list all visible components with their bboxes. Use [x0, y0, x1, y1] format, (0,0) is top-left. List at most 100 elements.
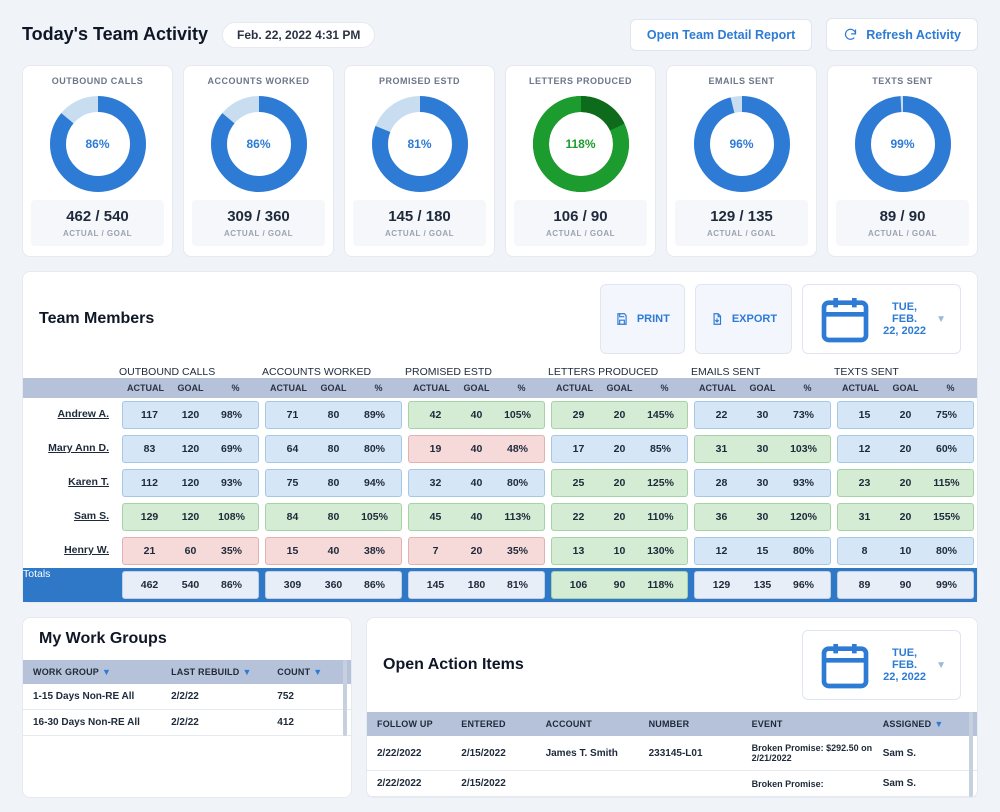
- workgroup-header-row: WORK GROUP▼LAST REBUILD▼COUNT▼: [23, 660, 351, 684]
- kpi-donut: 81%: [370, 94, 470, 194]
- team-subheader: ACTUALGOAL%: [834, 378, 977, 398]
- team-member-name[interactable]: Karen T.: [23, 466, 119, 500]
- team-subheader: ACTUALGOAL%: [119, 378, 262, 398]
- actionitem-row[interactable]: 2/22/20222/15/2022 James T. Smith233145-…: [367, 736, 977, 771]
- team-category-header: OUTBOUND CALLS: [119, 366, 262, 378]
- team-data-cell: 4240105%: [408, 401, 545, 429]
- page-title: Today's Team Activity: [22, 24, 208, 45]
- kpi-ratio: 89 / 90: [840, 208, 965, 225]
- kpi-ratio: 129 / 135: [679, 208, 804, 225]
- scrollbar[interactable]: [969, 712, 973, 797]
- actionitems-header[interactable]: FOLLOW UP: [377, 719, 461, 729]
- team-data-cell: 11712098%: [122, 401, 259, 429]
- action-items-date-picker[interactable]: TUE, FEB. 22, 2022 ▼: [802, 630, 961, 700]
- team-data-cell: 223073%: [694, 401, 831, 429]
- team-data-cell: 3130103%: [694, 435, 831, 463]
- sort-icon: ▼: [102, 667, 111, 677]
- team-data-cell: 648080%: [265, 435, 402, 463]
- kpi-card-3[interactable]: LETTERS PRODUCED 118% 106 / 90 ACTUAL / …: [505, 65, 656, 257]
- team-subheader: ACTUALGOAL%: [691, 378, 834, 398]
- actionitem-row[interactable]: 2/22/20222/15/2022 Broken Promise:Sam S.: [367, 771, 977, 797]
- actionitems-header[interactable]: ASSIGNED▼: [883, 719, 967, 729]
- kpi-donut: 96%: [692, 94, 792, 194]
- actionitems-header[interactable]: EVENT: [752, 719, 883, 729]
- team-data-cell: 172085%: [551, 435, 688, 463]
- calendar-icon: [817, 637, 873, 693]
- kpi-donut: 118%: [531, 94, 631, 194]
- team-data-cell: 3630120%: [694, 503, 831, 531]
- kpi-card-2[interactable]: PROMISED ESTD 81% 145 / 180 ACTUAL / GOA…: [344, 65, 495, 257]
- kpi-card-1[interactable]: ACCOUNTS WORKED 86% 309 / 360 ACTUAL / G…: [183, 65, 334, 257]
- team-data-cell: 11212093%: [122, 469, 259, 497]
- team-date-label: TUE, FEB. 22, 2022: [883, 301, 926, 337]
- kpi-sublabel: ACTUAL / GOAL: [357, 229, 482, 238]
- kpi-title: OUTBOUND CALLS: [31, 76, 164, 86]
- team-category-header: LETTERS PRODUCED: [548, 366, 691, 378]
- team-data-cell: 2220110%: [551, 503, 688, 531]
- team-totals-cell: 10690118%: [551, 571, 688, 599]
- team-data-cell: 2520125%: [551, 469, 688, 497]
- team-totals-cell: 899099%: [837, 571, 974, 599]
- kpi-donut: 86%: [209, 94, 309, 194]
- actionitems-header[interactable]: ENTERED: [461, 719, 545, 729]
- refresh-activity-label: Refresh Activity: [866, 28, 961, 42]
- save-icon: [615, 312, 629, 326]
- team-data-cell: 324080%: [408, 469, 545, 497]
- open-team-detail-button[interactable]: Open Team Detail Report: [630, 19, 812, 51]
- kpi-percent: 86%: [209, 94, 309, 194]
- refresh-activity-button[interactable]: Refresh Activity: [826, 18, 978, 51]
- kpi-donut: 99%: [853, 94, 953, 194]
- calendar-icon: [817, 291, 873, 347]
- export-button[interactable]: EXPORT: [695, 284, 792, 354]
- team-data-cell: 8312069%: [122, 435, 259, 463]
- team-data-cell: 121580%: [694, 537, 831, 565]
- actionitems-header[interactable]: NUMBER: [649, 719, 752, 729]
- kpi-percent: 118%: [531, 94, 631, 194]
- chevron-down-icon: ▼: [936, 314, 946, 325]
- workgroup-row[interactable]: 1-15 Days Non-RE All2/2/22752: [23, 684, 351, 710]
- date-pill: Feb. 22, 2022 4:31 PM: [222, 22, 375, 48]
- kpi-ratio: 309 / 360: [196, 208, 321, 225]
- kpi-sublabel: ACTUAL / GOAL: [35, 229, 160, 238]
- team-data-cell: 8480105%: [265, 503, 402, 531]
- workgroup-header[interactable]: LAST REBUILD▼: [171, 667, 277, 677]
- kpi-percent: 96%: [692, 94, 792, 194]
- workgroup-header[interactable]: COUNT▼: [277, 667, 341, 677]
- team-member-name[interactable]: Mary Ann D.: [23, 432, 119, 466]
- kpi-card-5[interactable]: TEXTS SENT 99% 89 / 90 ACTUAL / GOAL: [827, 65, 978, 257]
- team-totals-label: Totals: [23, 568, 119, 602]
- team-member-name[interactable]: Henry W.: [23, 534, 119, 568]
- print-button[interactable]: PRINT: [600, 284, 685, 354]
- team-data-cell: 2920145%: [551, 401, 688, 429]
- team-data-cell: 81080%: [837, 537, 974, 565]
- kpi-title: PROMISED ESTD: [353, 76, 486, 86]
- kpi-ratio: 106 / 90: [518, 208, 643, 225]
- team-data-cell: 122060%: [837, 435, 974, 463]
- team-member-name[interactable]: Andrew A.: [23, 398, 119, 432]
- scrollbar[interactable]: [343, 660, 347, 736]
- kpi-card-4[interactable]: EMAILS SENT 96% 129 / 135 ACTUAL / GOAL: [666, 65, 817, 257]
- workgroup-row[interactable]: 16-30 Days Non-RE All2/2/22412: [23, 710, 351, 736]
- team-members-panel: Team Members PRINT EXPORT TUE, FEB. 22, …: [22, 271, 978, 603]
- team-totals-cell: 14518081%: [408, 571, 545, 599]
- sort-icon: ▼: [242, 667, 251, 677]
- team-data-cell: 72035%: [408, 537, 545, 565]
- team-category-header: TEXTS SENT: [834, 366, 977, 378]
- kpi-title: ACCOUNTS WORKED: [192, 76, 325, 86]
- kpi-ratio: 462 / 540: [35, 208, 160, 225]
- sort-icon: ▼: [313, 667, 322, 677]
- sort-icon: ▼: [934, 719, 943, 729]
- team-subheader: ACTUALGOAL%: [262, 378, 405, 398]
- team-member-name[interactable]: Sam S.: [23, 500, 119, 534]
- team-data-cell: 283093%: [694, 469, 831, 497]
- workgroup-header[interactable]: WORK GROUP▼: [33, 667, 171, 677]
- actionitems-header[interactable]: ACCOUNT: [546, 719, 649, 729]
- team-totals-cell: 12913596%: [694, 571, 831, 599]
- kpi-title: LETTERS PRODUCED: [514, 76, 647, 86]
- team-category-header: ACCOUNTS WORKED: [262, 366, 405, 378]
- kpi-donut: 86%: [48, 94, 148, 194]
- kpi-card-0[interactable]: OUTBOUND CALLS 86% 462 / 540 ACTUAL / GO…: [22, 65, 173, 257]
- team-totals-cell: 46254086%: [122, 571, 259, 599]
- team-data-cell: 3120155%: [837, 503, 974, 531]
- team-date-picker[interactable]: TUE, FEB. 22, 2022 ▼: [802, 284, 961, 354]
